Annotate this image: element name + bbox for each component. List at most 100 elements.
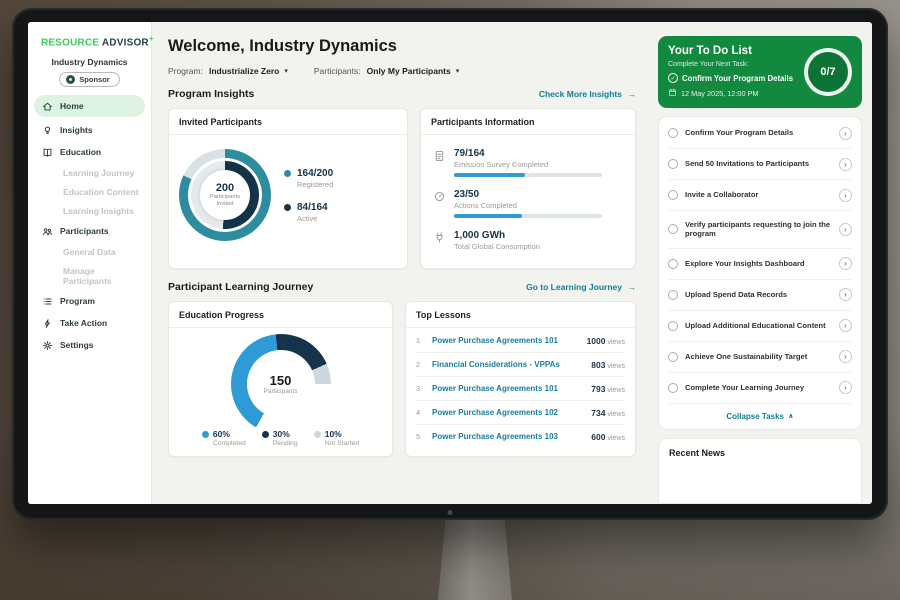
- lesson-link[interactable]: Financial Considerations - VPPAs: [432, 360, 560, 369]
- sidebar-item-label: Learning Insights: [63, 206, 134, 216]
- link-label: Go to Learning Journey: [526, 282, 622, 292]
- task-item[interactable]: Achieve One Sustainability Target ›: [668, 342, 852, 373]
- program-filter-value: Industrialize Zero: [209, 66, 279, 76]
- task-chevron-icon[interactable]: ›: [839, 381, 852, 394]
- lesson-link[interactable]: Power Purchase Agreements 102: [432, 408, 558, 417]
- desk-background: RESOURCE ADVISOR+ Industry Dynamics Spon…: [0, 0, 900, 600]
- lesson-row: 1 Power Purchase Agreements 101 1000view…: [416, 329, 625, 353]
- chevron-down-icon: ▾: [284, 67, 288, 75]
- task-checkbox[interactable]: [668, 259, 678, 269]
- task-chevron-icon[interactable]: ›: [839, 158, 852, 171]
- legend-dot-light: [314, 431, 321, 438]
- lesson-views: 600: [591, 432, 605, 442]
- check-more-insights-link[interactable]: Check More Insights →: [539, 89, 636, 99]
- chevron-down-icon: ▾: [456, 67, 460, 75]
- task-checkbox[interactable]: [668, 128, 678, 138]
- program-insights-header: Program Insights Check More Insights →: [168, 88, 636, 100]
- task-chevron-icon[interactable]: ›: [839, 350, 852, 363]
- sidebar-item-home[interactable]: Home: [34, 95, 145, 117]
- task-chevron-icon[interactable]: ›: [839, 223, 852, 236]
- legend-dot-teal: [284, 170, 291, 177]
- gauge-center: 150 Participants: [247, 350, 315, 418]
- task-checkbox[interactable]: [668, 352, 678, 362]
- legend-item-active: 84/164 Active: [284, 202, 333, 223]
- info-label: Emission Survey Completed: [454, 160, 602, 169]
- survey-progress-bar: [454, 173, 602, 177]
- task-item[interactable]: Upload Additional Educational Content ›: [668, 311, 852, 342]
- todo-panel: Your To Do List Complete Your Next Task:…: [650, 22, 872, 504]
- learning-journey-header: Participant Learning Journey Go to Learn…: [168, 281, 636, 293]
- legend-label: Pending: [273, 440, 298, 447]
- task-checkbox[interactable]: [668, 290, 678, 300]
- home-icon: [42, 101, 53, 112]
- sponsor-badge[interactable]: Sponsor: [59, 72, 119, 87]
- task-chevron-icon[interactable]: ›: [839, 189, 852, 202]
- todo-subtitle: Complete Your Next Task:: [668, 61, 798, 68]
- task-item[interactable]: Explore Your Insights Dashboard ›: [668, 249, 852, 280]
- gear-icon: [42, 340, 53, 351]
- task-item[interactable]: Send 50 Invitations to Participants ›: [668, 149, 852, 180]
- task-chevron-icon[interactable]: ›: [839, 257, 852, 270]
- go-to-learning-journey-link[interactable]: Go to Learning Journey →: [526, 282, 636, 292]
- sidebar-item-manage-participants[interactable]: Manage Participants: [28, 261, 151, 290]
- info-row-actions: 23/50 Actions Completed: [433, 183, 623, 224]
- top-lessons-card: Top Lessons 1 Power Purchase Agreements …: [405, 301, 636, 457]
- sidebar-item-education-content[interactable]: Education Content: [28, 182, 151, 201]
- task-checkbox[interactable]: [668, 159, 678, 169]
- todo-next-task[interactable]: ✓ Confirm Your Program Details: [668, 73, 798, 83]
- task-item[interactable]: Verify participants requesting to join t…: [668, 211, 852, 249]
- lesson-link[interactable]: Power Purchase Agreements 101: [432, 336, 558, 345]
- task-chevron-icon[interactable]: ›: [839, 288, 852, 301]
- task-item[interactable]: Upload Spend Data Records ›: [668, 280, 852, 311]
- people-icon: [42, 226, 53, 237]
- sidebar-item-education[interactable]: Education: [28, 141, 151, 163]
- lesson-rank: 2: [416, 360, 424, 369]
- legend-value: 10%: [325, 429, 359, 439]
- sidebar-item-label: Program: [60, 296, 95, 306]
- plug-icon: [433, 231, 446, 245]
- task-checkbox[interactable]: [668, 190, 678, 200]
- legend-dot-blue: [202, 431, 209, 438]
- task-checkbox[interactable]: [668, 224, 678, 234]
- task-item[interactable]: Confirm Your Program Details ›: [668, 118, 852, 149]
- lesson-link[interactable]: Power Purchase Agreements 101: [432, 384, 558, 393]
- lesson-views-unit: views: [607, 435, 625, 442]
- info-value: 79/164: [454, 148, 602, 159]
- task-item[interactable]: Invite a Collaborator ›: [668, 180, 852, 211]
- lesson-row: 3 Power Purchase Agreements 101 793views: [416, 377, 625, 401]
- task-checkbox[interactable]: [668, 321, 678, 331]
- todo-due-label: 12 May 2025, 12:00 PM: [681, 89, 758, 98]
- sidebar: RESOURCE ADVISOR+ Industry Dynamics Spon…: [28, 22, 152, 504]
- participants-filter-dropdown[interactable]: Only My Participants ▾: [367, 66, 460, 76]
- lesson-views: 734: [591, 408, 605, 418]
- task-checkbox[interactable]: [668, 383, 678, 393]
- todo-progress-value: 0/7: [820, 66, 835, 78]
- todo-summary-card: Your To Do List Complete Your Next Task:…: [658, 36, 862, 108]
- sidebar-item-insights[interactable]: Insights: [28, 119, 151, 141]
- actions-progress-bar: [454, 214, 602, 218]
- task-item[interactable]: Complete Your Learning Journey ›: [668, 373, 852, 404]
- sidebar-item-learning-insights[interactable]: Learning Insights: [28, 201, 151, 220]
- program-filter-dropdown[interactable]: Industrialize Zero ▾: [209, 66, 288, 76]
- invited-count: 200: [216, 182, 234, 194]
- lesson-rank: 3: [416, 384, 424, 393]
- sidebar-item-general-data[interactable]: General Data: [28, 242, 151, 261]
- filter-bar: Program: Industrialize Zero ▾ Participan…: [168, 66, 636, 76]
- sidebar-item-program[interactable]: Program: [28, 290, 151, 312]
- sidebar-item-settings[interactable]: Settings: [28, 334, 151, 356]
- lesson-row: 5 Power Purchase Agreements 103 600views: [416, 425, 625, 448]
- app-logo: RESOURCE ADVISOR+: [28, 32, 151, 54]
- info-label: Actions Completed: [454, 201, 602, 210]
- lesson-link[interactable]: Power Purchase Agreements 103: [432, 432, 558, 441]
- task-chevron-icon[interactable]: ›: [839, 319, 852, 332]
- task-chevron-icon[interactable]: ›: [839, 127, 852, 140]
- legend-label: Not Started: [325, 440, 359, 447]
- sidebar-item-learning-journey[interactable]: Learning Journey: [28, 163, 151, 182]
- lesson-rank: 4: [416, 408, 424, 417]
- invited-donut-chart: 200 Participants Invited: [179, 149, 271, 241]
- sidebar-item-participants[interactable]: Participants: [28, 220, 151, 242]
- sidebar-item-label: Education Content: [63, 187, 139, 197]
- sidebar-item-take-action[interactable]: Take Action: [28, 312, 151, 334]
- sidebar-item-label: Education: [60, 147, 101, 157]
- collapse-tasks-link[interactable]: Collapse Tasks ∧: [668, 404, 852, 428]
